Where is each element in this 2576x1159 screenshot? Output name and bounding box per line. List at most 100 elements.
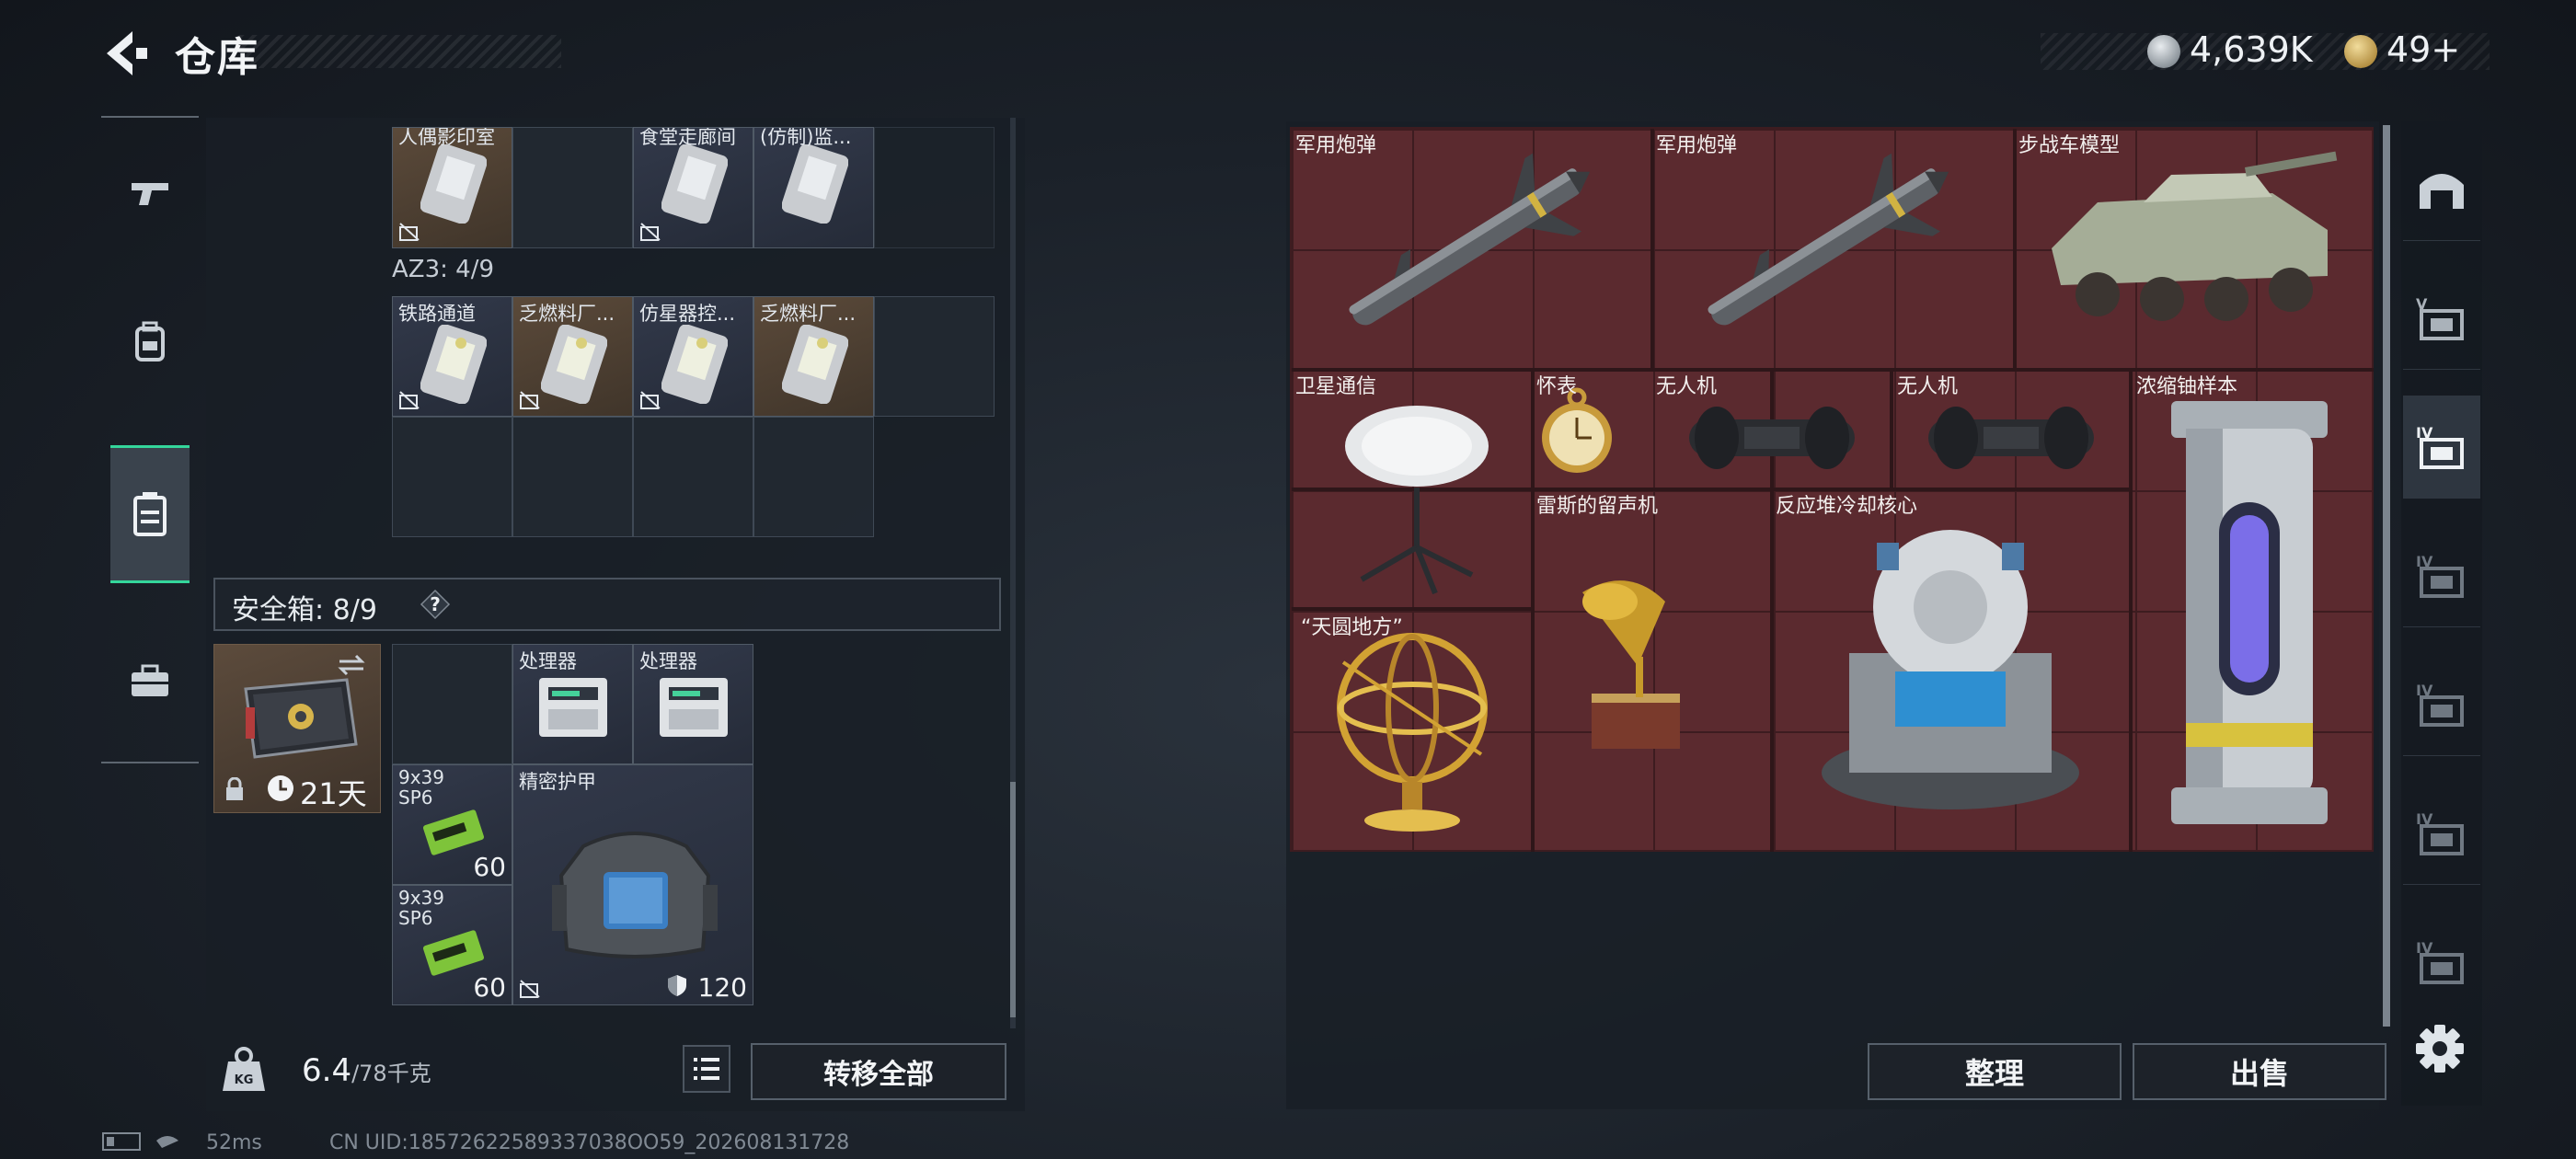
wifi-icon [156,1136,178,1148]
item-keycard[interactable]: 铁路通道 [392,296,512,417]
swap-icon[interactable] [336,654,367,676]
drone-icon[interactable] [1680,392,1864,484]
missile-icon[interactable] [1316,147,1619,350]
stash-page-main[interactable] [2403,138,2480,241]
stash-tier-icon: V [2416,295,2464,340]
gun-icon [132,183,168,205]
item-keycard[interactable]: 仿星器控... [633,296,753,417]
item-ammo[interactable]: 9x39 SP6 60 [392,885,512,1005]
transfer-all-button[interactable]: 转移全部 [751,1043,1006,1100]
empty-slot[interactable] [512,127,633,248]
item-armor[interactable]: 精密护甲 120 [512,764,753,1005]
tab-backpack[interactable] [110,272,190,410]
no-trade-icon [640,391,661,409]
item-name: 9x39 SP6 [398,766,445,809]
stash-item-name: 浓缩铀样本 [2136,375,2238,398]
keycard-icon [782,325,848,404]
item-keycard[interactable]: 人偶影印室 [392,127,512,248]
no-trade-icon [399,223,420,241]
empty-slot[interactable] [512,417,633,537]
empty-slot[interactable] [874,296,995,417]
silver-coin-icon [2147,35,2180,68]
ifv-model-icon[interactable] [2033,147,2346,350]
stash-item-name: 卫星通信 [1295,375,1377,398]
sell-button[interactable]: 出售 [2133,1043,2386,1100]
back-arrow-icon[interactable] [99,26,151,81]
stash-page-v[interactable]: V [2403,267,2480,370]
empty-slot[interactable] [633,417,753,537]
empty-slot[interactable] [392,644,512,764]
reactor-core-icon[interactable] [1812,515,2088,819]
no-trade-icon [520,980,540,998]
item-name: 处理器 [519,650,577,672]
empty-slot[interactable] [392,417,512,537]
clock-icon [268,775,293,801]
stash-item-name: “天圆地方” [1301,616,1403,639]
list-view-button[interactable] [683,1045,730,1093]
drone-icon[interactable] [1919,392,2103,484]
processor-icon [539,678,607,737]
help-icon[interactable]: ? [420,589,451,620]
stash-item-name: 反应堆冷却核心 [1776,495,1918,518]
gold-balance[interactable]: 49+ [2386,29,2460,70]
item-name: 精密护甲 [519,771,596,793]
satellite-dish-icon[interactable] [1334,396,1500,598]
page-title: 仓库 [175,34,259,81]
item-processor[interactable]: 处理器 [512,644,633,764]
silver-balance[interactable]: 4,639K [2190,29,2313,70]
safe-box-duration: 21天 [300,776,367,811]
armor-durability: 120 [697,972,747,1003]
user-uid: CN UID:18572622589337038OO59_20260813172… [329,1131,850,1154]
stash-page-iv[interactable]: IV [2403,782,2480,885]
stash-tier-icon: IV [2416,939,2464,984]
item-name: 处理器 [639,650,697,672]
empty-slot[interactable] [874,127,995,248]
stash-tier-icon: IV [2416,682,2464,727]
left-category-nav [101,116,199,763]
weight-max: /78千克 [351,1061,431,1086]
no-trade-icon [520,391,540,409]
empty-slot[interactable] [753,417,874,537]
stash-page-iv[interactable]: IV [2403,524,2480,627]
weight-current: 6.4 [302,1052,352,1089]
no-trade-icon [640,223,661,241]
tab-case[interactable] [110,613,190,751]
stash-page-iv-active[interactable]: IV [2403,396,2480,499]
tab-rig[interactable] [110,445,190,583]
container-scrollbar-thumb[interactable] [1010,782,1016,1017]
item-name: 乏燃料厂... [760,303,857,325]
armillary-sphere-icon[interactable] [1325,625,1500,837]
gold-coin-icon [2344,35,2377,68]
uranium-canister-icon[interactable] [2162,392,2337,833]
stash-item-name: 军用炮弹 [1656,134,1738,157]
weight-readout: 6.4/78千克 [302,1052,431,1089]
stash-scrollbar-thumb[interactable] [2383,125,2390,1027]
title-decoration [239,35,561,68]
weight-icon: KG [223,1047,265,1091]
keycard-icon [541,325,607,404]
home-icon [2420,173,2464,209]
ping-readout: 52ms [206,1131,262,1154]
briefcase-icon [132,664,168,696]
item-keycard[interactable]: 乏燃料厂... [512,296,633,417]
ammo-box-icon [422,930,485,976]
item-processor[interactable]: 处理器 [633,644,753,764]
gramophone-icon[interactable] [1573,565,1693,767]
settings-gear-icon[interactable] [2407,1016,2473,1082]
keycard-icon [661,325,728,404]
tab-weapons[interactable] [110,123,190,261]
stash-item-name: 无人机 [1897,375,1959,398]
stash-page-iv[interactable]: IV [2403,911,2480,1014]
stash-page-iv[interactable]: IV [2403,653,2480,756]
item-keycard[interactable]: 乏燃料厂... [753,296,874,417]
stash-tier-icon: IV [2416,553,2464,598]
item-ammo[interactable]: 9x39 SP6 60 [392,764,512,885]
processor-icon [660,678,728,737]
svg-text:?: ? [430,593,441,615]
item-name: 铁路通道 [398,303,476,325]
item-keycard[interactable]: 食堂走廊间 [633,127,753,248]
item-keycard[interactable]: (仿制)监... [753,127,874,248]
sort-button[interactable]: 整理 [1868,1043,2122,1100]
missile-icon[interactable] [1674,147,1978,350]
lock-icon [226,777,243,800]
